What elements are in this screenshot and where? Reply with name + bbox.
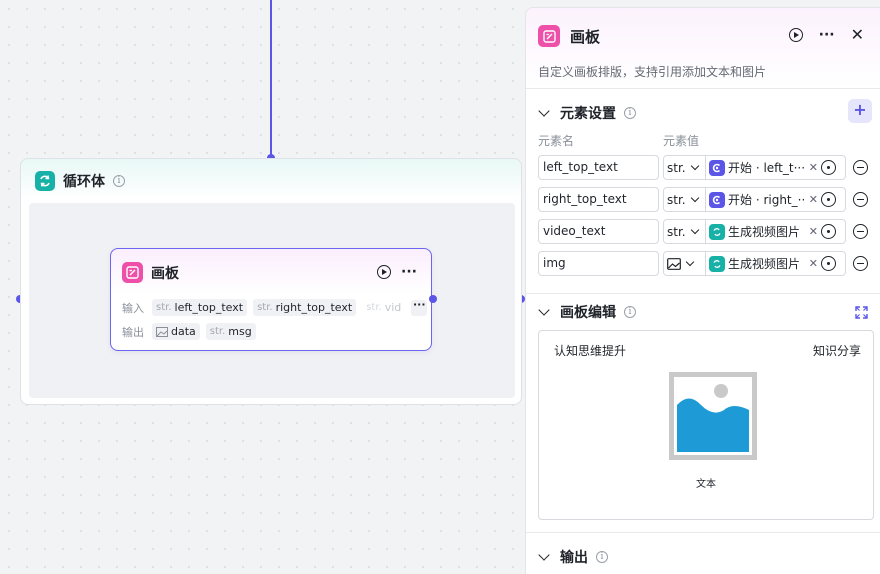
- loop-icon: [35, 171, 55, 191]
- loop-icon: [709, 223, 725, 240]
- element-name-input[interactable]: left_top_text: [538, 155, 659, 180]
- chevron-down-icon: [685, 257, 695, 267]
- divider: [526, 293, 880, 294]
- node-outputs-row: 输出 data str. msg: [122, 323, 256, 340]
- node-inputs-row: 输入 str. left_top_text str. right_top_text …: [122, 299, 428, 316]
- divider: [526, 88, 880, 89]
- canvas-node[interactable]: 画板 ··· 输入 str. left_top_text str. right_to…: [110, 248, 432, 351]
- element-name-input[interactable]: img: [538, 251, 659, 276]
- element-name-input[interactable]: right_top_text: [538, 187, 659, 212]
- canvas-icon: [122, 262, 143, 283]
- info-icon[interactable]: i: [113, 175, 125, 187]
- remove-row-icon[interactable]: [853, 224, 868, 239]
- info-icon[interactable]: i: [624, 107, 636, 119]
- canvas-preview[interactable]: 认知思维提升 知识分享 文本: [538, 330, 874, 520]
- input-chip: str. vid: [366, 301, 402, 314]
- chevron-down-icon: [690, 193, 699, 203]
- more-options-icon[interactable]: ···: [401, 265, 417, 279]
- output-section-header[interactable]: 输出 i: [538, 547, 608, 567]
- chevron-down-icon[interactable]: [538, 304, 550, 316]
- column-header-value: 元素值: [663, 134, 700, 148]
- elements-section-header[interactable]: 元素设置 i: [538, 103, 636, 123]
- section-title: 画板编辑: [560, 305, 616, 321]
- expand-icon[interactable]: [855, 306, 868, 319]
- reference-tag: 生成视频图片 · " ✕: [706, 255, 818, 272]
- canvas-text-right-top[interactable]: 知识分享: [813, 342, 861, 359]
- reference-tag: 开始 · left_t··· ✕: [706, 159, 818, 176]
- panel-description: 自定义画板排版，支持引用添加文本和图片: [538, 65, 767, 79]
- type-select[interactable]: str.: [664, 188, 706, 211]
- output-chip: data: [152, 323, 200, 340]
- canvas-icon: [538, 25, 560, 47]
- reference-tag: 生成视频图片 · " ✕: [706, 223, 818, 240]
- reference-tag: 开始 · right_··· ✕: [706, 191, 818, 208]
- add-element-button[interactable]: +: [848, 99, 872, 123]
- image-icon: [156, 326, 168, 337]
- element-value-field[interactable]: str. 生成视频图片 · " ✕: [663, 219, 846, 244]
- canvas-node-title: 画板: [151, 265, 179, 282]
- remove-reference-icon[interactable]: ✕: [809, 161, 818, 174]
- remove-reference-icon[interactable]: ✕: [809, 193, 818, 206]
- start-icon: [709, 159, 725, 176]
- remove-row-icon[interactable]: [853, 192, 868, 207]
- info-icon[interactable]: i: [596, 551, 608, 563]
- type-select[interactable]: str.: [664, 156, 706, 179]
- run-node-icon[interactable]: [788, 28, 803, 42]
- loop-node-title: 循环体: [63, 174, 105, 190]
- canvas-text-caption[interactable]: 文本: [539, 475, 873, 490]
- element-row: img 生成视频图片 · " ✕: [538, 251, 878, 277]
- variable-picker-icon[interactable]: [821, 192, 836, 207]
- type-select[interactable]: [664, 252, 706, 275]
- divider: [526, 532, 880, 533]
- variable-picker-icon[interactable]: [821, 224, 836, 239]
- element-name-input[interactable]: video_text: [538, 219, 659, 244]
- input-label: 输入: [122, 301, 144, 315]
- element-row: video_text str. 生成视频图片 · " ✕: [538, 219, 878, 245]
- info-icon[interactable]: i: [624, 306, 636, 318]
- canvas-node-output-port[interactable]: [429, 295, 437, 303]
- image-placeholder-icon[interactable]: [669, 372, 757, 460]
- column-header-name: 元素名: [538, 134, 575, 148]
- element-row: left_top_text str. 开始 · left_t··· ✕: [538, 155, 878, 181]
- element-value-field[interactable]: str. 开始 · left_t··· ✕: [663, 155, 846, 180]
- start-icon: [709, 191, 725, 208]
- connector-line-top: [270, 0, 272, 158]
- more-inputs-button[interactable]: ···: [411, 299, 428, 316]
- panel-title: 画板: [570, 27, 601, 46]
- remove-row-icon[interactable]: [853, 160, 868, 175]
- section-title: 元素设置: [560, 106, 616, 122]
- canvas-node-header: 画板: [122, 262, 179, 283]
- output-label: 输出: [122, 325, 144, 339]
- element-value-field[interactable]: str. 开始 · right_··· ✕: [663, 187, 846, 212]
- more-options-icon[interactable]: ···: [819, 28, 835, 42]
- loop-icon: [709, 255, 725, 272]
- node-settings-panel: 画板 ··· ✕ 自定义画板排版，支持引用添加文本和图片 元素设置 i + 元素…: [525, 7, 880, 574]
- element-value-field[interactable]: 生成视频图片 · " ✕: [663, 251, 846, 276]
- remove-row-icon[interactable]: [853, 256, 868, 271]
- input-chip: str. right_top_text: [253, 299, 357, 316]
- variable-picker-icon[interactable]: [821, 256, 836, 271]
- run-node-icon[interactable]: [377, 265, 392, 279]
- output-chip: str. msg: [205, 323, 256, 340]
- remove-reference-icon[interactable]: ✕: [809, 257, 818, 270]
- loop-node-header: 循环体 i: [35, 171, 125, 191]
- chevron-down-icon: [690, 225, 699, 235]
- chevron-down-icon: [690, 161, 699, 171]
- close-icon[interactable]: ✕: [851, 27, 864, 43]
- input-chip: str. left_top_text: [152, 299, 248, 316]
- chevron-down-icon[interactable]: [538, 105, 550, 117]
- canvas-text-left-top[interactable]: 认知思维提升: [554, 342, 626, 359]
- canvas-edit-section-header[interactable]: 画板编辑 i: [538, 302, 636, 322]
- section-title: 输出: [560, 550, 588, 566]
- element-row: right_top_text str. 开始 · right_··· ✕: [538, 187, 878, 213]
- remove-reference-icon[interactable]: ✕: [809, 225, 818, 238]
- chevron-down-icon[interactable]: [538, 549, 550, 561]
- image-icon: [667, 257, 681, 270]
- type-select[interactable]: str.: [664, 220, 706, 243]
- variable-picker-icon[interactable]: [821, 160, 836, 175]
